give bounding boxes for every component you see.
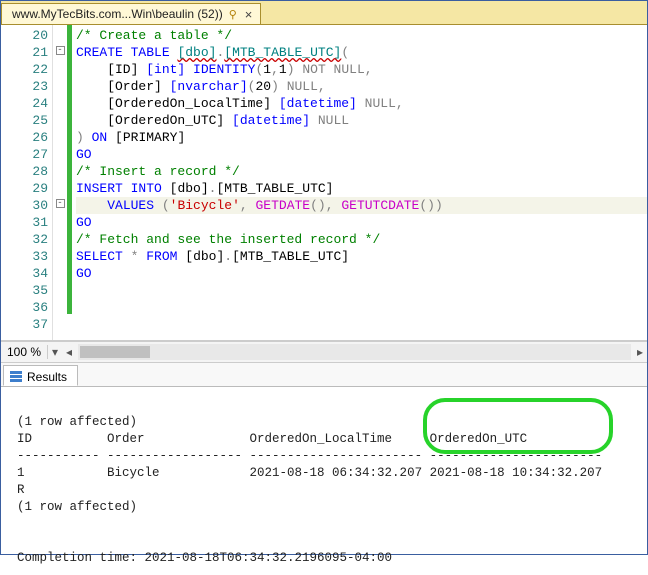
scroll-right-icon[interactable]: ▸ (633, 345, 647, 359)
zoom-level[interactable]: 100 % (1, 345, 48, 359)
results-tab-label: Results (27, 370, 67, 384)
editor-footer: 100 % ▾ ◂ ▸ (1, 341, 647, 363)
completion-time: Completion time: 2021-08-18T06:34:32.219… (17, 551, 392, 565)
horizontal-scrollbar[interactable] (78, 344, 631, 360)
grid-icon (10, 371, 22, 383)
fold-column[interactable]: - - (53, 25, 67, 340)
results-tab[interactable]: Results (3, 365, 78, 386)
results-header: ID Order OrderedOn_LocalTime OrderedOn_U… (17, 432, 527, 446)
code-content[interactable]: /* Create a table */CREATE TABLE [dbo].[… (72, 25, 647, 340)
results-tab-strip: Results (1, 363, 647, 387)
rows-affected-message: (1 row affected) (17, 500, 137, 514)
scrollbar-thumb[interactable] (80, 346, 150, 358)
rows-affected-message: (1 row affected) (17, 415, 137, 429)
close-icon[interactable]: × (243, 7, 255, 22)
pin-icon[interactable]: ⚲ (229, 8, 237, 21)
line-number-gutter: 202122232425262728293031323334353637 (1, 25, 53, 340)
results-row: 1 Bicycle 2021-08-18 06:34:32.207 2021-0… (17, 466, 602, 480)
scroll-left-icon[interactable]: ◂ (62, 345, 76, 359)
tab-title: www.MyTecBits.com...Win\beaulin (52)) (12, 7, 223, 21)
tab-bar: www.MyTecBits.com...Win\beaulin (52)) ⚲ … (1, 1, 647, 25)
zoom-dropdown-icon[interactable]: ▾ (48, 345, 62, 359)
document-tab[interactable]: www.MyTecBits.com...Win\beaulin (52)) ⚲ … (1, 3, 261, 24)
results-panel[interactable]: (1 row affected) ID Order OrderedOn_Loca… (1, 387, 647, 575)
code-editor[interactable]: 202122232425262728293031323334353637 - -… (1, 25, 647, 341)
cursor-line: R (17, 483, 25, 497)
results-divider: ----------- ------------------ ---------… (17, 449, 602, 463)
